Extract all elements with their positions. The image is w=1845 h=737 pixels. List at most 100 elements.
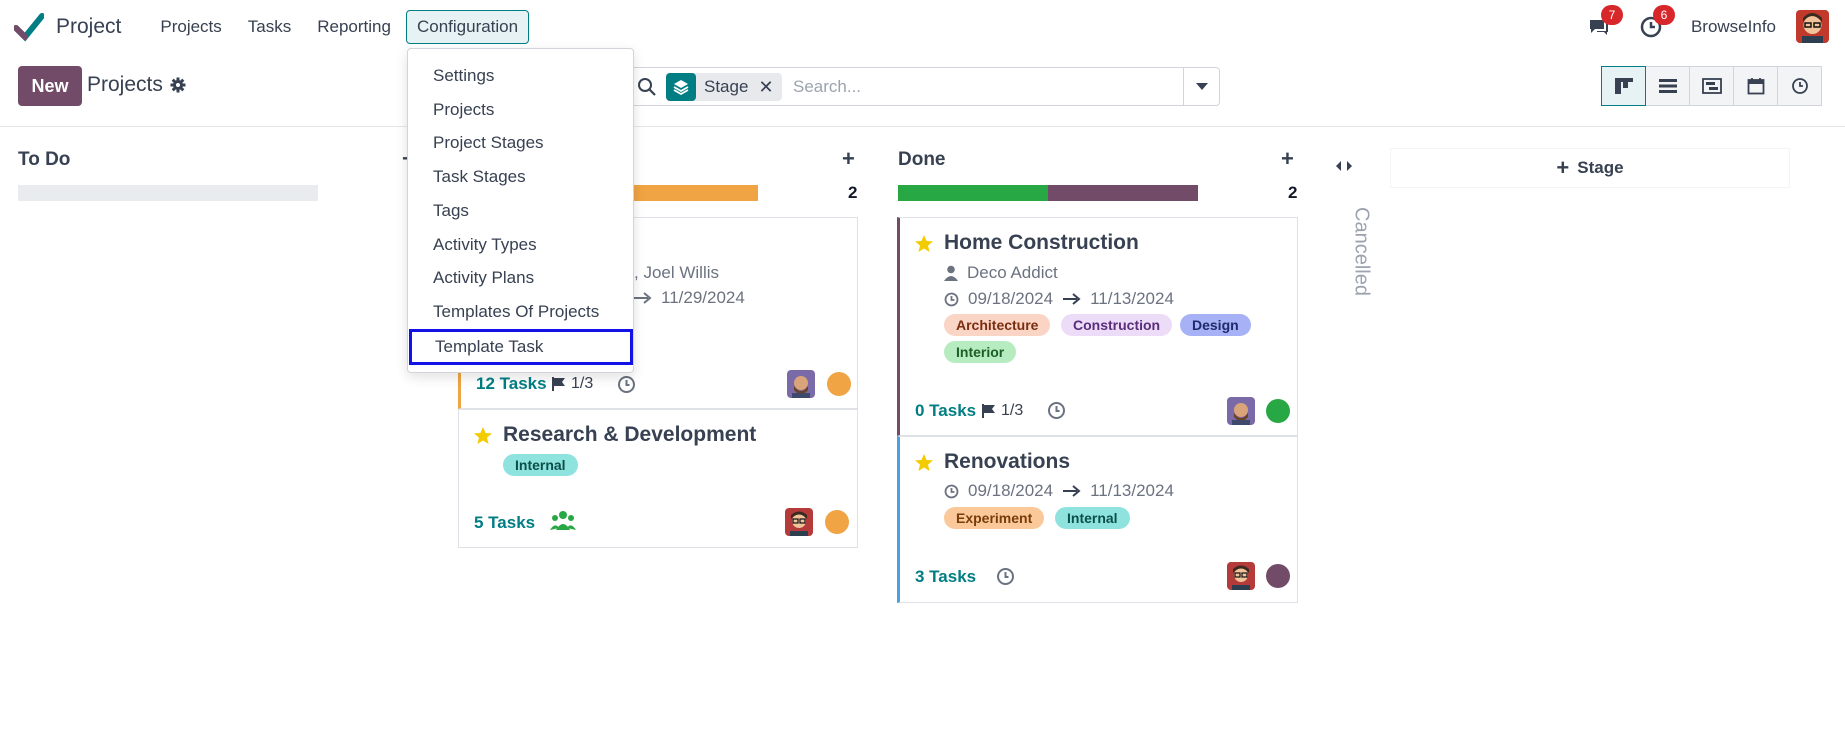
activity-clock-icon[interactable]	[617, 375, 636, 394]
tasks-link[interactable]: 12 Tasks	[476, 374, 547, 394]
search-bar: Stage ✕	[626, 67, 1220, 106]
tag-experiment: Experiment	[944, 507, 1045, 529]
column-add-done-icon[interactable]: +	[1281, 146, 1294, 172]
search-icon[interactable]	[637, 77, 657, 97]
page-title: Projects	[87, 73, 163, 96]
tasks-link[interactable]: 3 Tasks	[915, 567, 976, 587]
plus-icon: +	[1556, 155, 1570, 180]
project-app-logo[interactable]	[14, 12, 44, 42]
project-manager-avatar[interactable]	[1227, 562, 1255, 590]
menu-item-tags[interactable]: Tags	[433, 201, 469, 221]
calendar-icon	[1747, 78, 1764, 95]
folded-column-cancelled[interactable]: Cancelled	[1350, 207, 1373, 297]
column-count-middle: 2	[848, 183, 858, 202]
menu-item-projects[interactable]: Projects	[433, 100, 494, 120]
project-manager-avatar[interactable]	[785, 508, 813, 536]
favorite-star-icon[interactable]	[914, 234, 934, 254]
project-manager-avatar[interactable]	[787, 370, 815, 398]
calendar-view-button[interactable]	[1733, 66, 1778, 106]
list-view-button[interactable]	[1645, 66, 1690, 106]
flag-icon	[982, 404, 995, 418]
column-add-middle-icon[interactable]: +	[842, 146, 855, 172]
add-stage-button[interactable]: + Stage	[1390, 148, 1790, 188]
unfold-arrows-icon[interactable]	[1334, 157, 1354, 175]
column-progress-todo	[18, 185, 318, 201]
clock-icon	[944, 292, 959, 306]
status-dot[interactable]	[825, 510, 849, 534]
user-avatar[interactable]	[1796, 10, 1829, 43]
project-title[interactable]: Renovations	[944, 450, 1070, 474]
activity-view-button[interactable]	[1777, 66, 1822, 106]
facet-label: Stage	[704, 77, 749, 96]
activity-clock-icon[interactable]	[1047, 401, 1066, 420]
facet-remove-icon[interactable]: ✕	[758, 77, 781, 98]
manager-avatar-icon	[787, 370, 815, 398]
caret-down-icon	[1195, 82, 1208, 90]
progress-segment-other	[1048, 185, 1198, 201]
milestones: 1/3	[551, 375, 593, 393]
manager-avatar-icon	[785, 508, 813, 536]
company-switcher[interactable]: BrowseInfo	[1691, 17, 1776, 37]
manager-avatar-icon	[1227, 562, 1255, 590]
gantt-icon	[1701, 78, 1722, 94]
project-card[interactable]: Research & Development Internal 5 Tasks	[458, 409, 858, 548]
column-title-done[interactable]: Done	[898, 149, 946, 171]
menu-item-activity-plans[interactable]: Activity Plans	[433, 268, 534, 288]
arrow-right-icon	[634, 292, 652, 304]
arrow-right-icon	[1063, 293, 1081, 305]
new-button[interactable]: New	[18, 66, 82, 106]
column-title-todo[interactable]: To Do	[18, 149, 70, 171]
tag-design: Design	[1180, 314, 1251, 336]
app-name[interactable]: Project	[56, 15, 121, 39]
project-dates: 09/18/2024 11/13/2024	[944, 481, 1174, 501]
menu-configuration[interactable]: Configuration	[405, 9, 530, 44]
kanban-icon	[1614, 78, 1633, 94]
milestones: 1/3	[981, 402, 1023, 420]
menu-item-templates-of-projects[interactable]: Templates Of Projects	[433, 302, 599, 322]
status-dot[interactable]	[1266, 564, 1290, 588]
activity-clock-icon[interactable]	[996, 567, 1015, 586]
menu-item-activity-types[interactable]: Activity Types	[433, 235, 537, 255]
project-manager-avatar[interactable]	[1227, 397, 1255, 425]
status-dot[interactable]	[1266, 399, 1290, 423]
status-dot[interactable]	[827, 372, 851, 396]
search-options-toggle[interactable]	[1183, 68, 1219, 105]
menu-projects[interactable]: Projects	[149, 10, 232, 44]
kanban-view-button[interactable]	[1601, 66, 1646, 106]
menu-item-template-task[interactable]: Template Task	[409, 329, 633, 365]
gantt-view-button[interactable]	[1689, 66, 1734, 106]
milestones-count: 1/3	[1001, 402, 1024, 419]
menu-tasks[interactable]: Tasks	[237, 10, 302, 44]
favorite-star-icon[interactable]	[473, 426, 493, 446]
gear-icon[interactable]	[170, 77, 186, 93]
tasks-link[interactable]: 5 Tasks	[474, 513, 535, 533]
activities-button[interactable]: 6	[1639, 4, 1675, 39]
tag-architecture: Architecture	[944, 314, 1051, 336]
project-title[interactable]: Home Construction	[944, 231, 1139, 255]
project-card[interactable]: Renovations 09/18/2024 11/13/2024 Experi…	[897, 436, 1298, 603]
layers-icon	[666, 73, 696, 101]
clock-icon	[944, 484, 959, 498]
messages-button[interactable]: 7	[1587, 4, 1623, 39]
project-title[interactable]: Research & Development	[503, 423, 756, 447]
column-progress-middle	[630, 185, 758, 201]
activities-badge: 6	[1652, 4, 1675, 25]
menu-reporting[interactable]: Reporting	[306, 10, 402, 44]
search-input[interactable]	[793, 74, 1173, 100]
flag-icon	[552, 377, 565, 391]
user-icon	[944, 265, 958, 281]
project-card[interactable]: Home Construction Deco Addict 09/18/2024…	[897, 217, 1298, 436]
tasks-link[interactable]: 0 Tasks	[915, 401, 976, 421]
favorite-star-icon[interactable]	[914, 453, 934, 473]
date-end-text: 11/13/2024	[1090, 481, 1174, 500]
tag-construction: Construction	[1061, 314, 1173, 336]
menu-item-task-stages[interactable]: Task Stages	[433, 167, 526, 187]
menu-item-settings[interactable]: Settings	[433, 66, 494, 86]
tag-internal: Internal	[503, 454, 578, 476]
configuration-dropdown: Settings Projects Project Stages Task St…	[407, 48, 634, 373]
messages-badge: 7	[1600, 4, 1623, 25]
customer-name: Deco Addict	[967, 263, 1058, 282]
menu-item-project-stages[interactable]: Project Stages	[433, 133, 544, 153]
date-start-text: 09/18/2024	[968, 481, 1054, 500]
date-end-text: 11/29/2024	[661, 288, 745, 307]
